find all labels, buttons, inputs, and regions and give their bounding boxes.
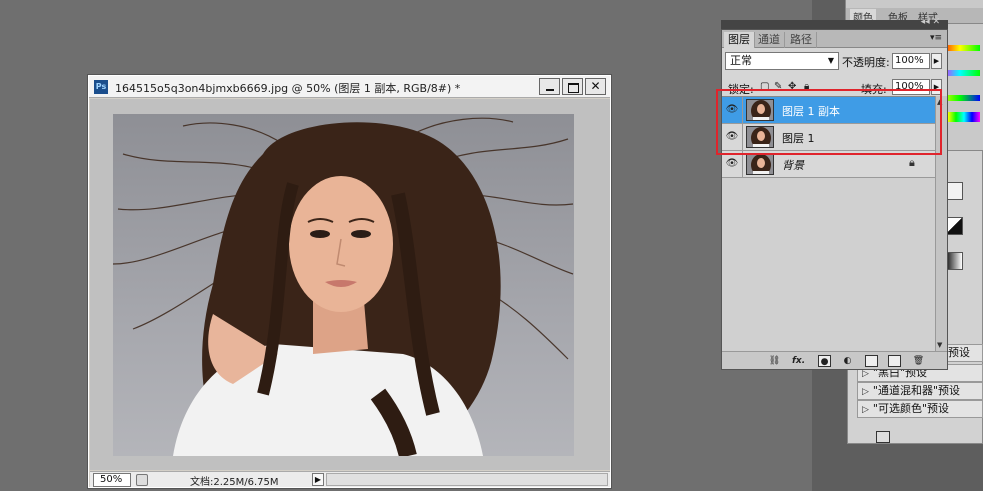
- group-icon[interactable]: [865, 355, 878, 367]
- tab-layers[interactable]: 图层: [724, 32, 755, 48]
- lock-icon: 🔒︎: [909, 156, 915, 169]
- maximize-button[interactable]: [562, 78, 583, 95]
- zoom-preview-icon[interactable]: [136, 474, 148, 486]
- document-window: Ps 164515o5q3on4bjmxb6669.jpg @ 50% (图层 …: [87, 74, 612, 489]
- document-status-bar: 50% 文档:2.25M/6.75M ▶: [90, 471, 610, 488]
- document-title: 164515o5q3on4bjmxb6669.jpg @ 50% (图层 1 副…: [115, 82, 461, 95]
- adjustment-icon[interactable]: ◐: [841, 355, 854, 367]
- layers-footer: ⛓︎ fx. ● ◐ 🗑︎: [722, 351, 947, 369]
- expand-triangle-icon: ▷: [862, 387, 869, 397]
- dropdown-arrow-icon: ▼: [827, 56, 834, 65]
- status-menu-arrow-icon[interactable]: ▶: [312, 473, 324, 486]
- layer-row[interactable]: 👁︎ 背景 🔒︎: [722, 151, 935, 178]
- panel-menu-icon[interactable]: ▾≡: [930, 33, 942, 43]
- minimize-button[interactable]: [539, 78, 560, 95]
- scroll-down-icon[interactable]: ▼: [937, 341, 942, 349]
- canvas-area[interactable]: [90, 99, 610, 470]
- preset-selective-color[interactable]: ▷ "可选颜色"预设: [857, 400, 983, 418]
- window-controls: ✕: [539, 78, 606, 95]
- document-size-info: 文档:2.25M/6.75M: [190, 477, 279, 488]
- photoshop-icon: Ps: [94, 80, 108, 94]
- blend-mode-select[interactable]: 正常 ▼: [725, 52, 839, 70]
- fx-icon[interactable]: fx.: [792, 355, 805, 367]
- layers-panel-tabs: 图层 通道 路径 ▾≡: [722, 30, 947, 48]
- document-title-bar[interactable]: Ps 164515o5q3on4bjmxb6669.jpg @ 50% (图层 …: [89, 76, 610, 98]
- layers-panel: 图层 通道 路径 ▾≡ 正常 ▼ 不透明度: 100% ▶ 锁定: ▢ ✎ ✥ …: [721, 29, 948, 370]
- annotation-highlight-box: [716, 89, 942, 155]
- link-icon[interactable]: ⛓︎: [768, 355, 781, 367]
- zoom-input[interactable]: 50%: [93, 473, 131, 487]
- portrait-photo: [113, 114, 574, 456]
- clip-to-layer-icon[interactable]: [876, 431, 890, 443]
- blend-mode-value: 正常: [730, 54, 752, 67]
- tab-channels[interactable]: 通道: [754, 32, 785, 48]
- layer-thumbnail-image: [751, 154, 771, 174]
- preset-partial[interactable]: 预设: [943, 344, 983, 362]
- close-button[interactable]: ✕: [585, 78, 606, 95]
- opacity-label: 不透明度:: [842, 56, 890, 69]
- opacity-input[interactable]: 100%: [892, 53, 930, 69]
- collapse-icon: ◂◂ ✕: [920, 17, 940, 27]
- trash-icon[interactable]: 🗑︎: [912, 355, 925, 367]
- tab-paths[interactable]: 路径: [786, 32, 817, 48]
- expand-triangle-icon: ▷: [862, 405, 869, 415]
- portrait-illustration: [113, 117, 574, 456]
- mask-icon[interactable]: ●: [818, 355, 831, 367]
- horizontal-scrollbar[interactable]: [326, 473, 608, 486]
- new-layer-icon[interactable]: [888, 355, 901, 367]
- preset-channel-mixer[interactable]: ▷ "通道混和器"预设: [857, 382, 983, 400]
- layer-thumbnail: [746, 153, 774, 175]
- layer-name[interactable]: 背景: [782, 157, 804, 173]
- opacity-slider-arrow-icon[interactable]: ▶: [931, 53, 942, 69]
- expand-triangle-icon: ▷: [862, 369, 869, 379]
- layers-dock-collapse-bar[interactable]: ◂◂ ✕: [721, 17, 948, 29]
